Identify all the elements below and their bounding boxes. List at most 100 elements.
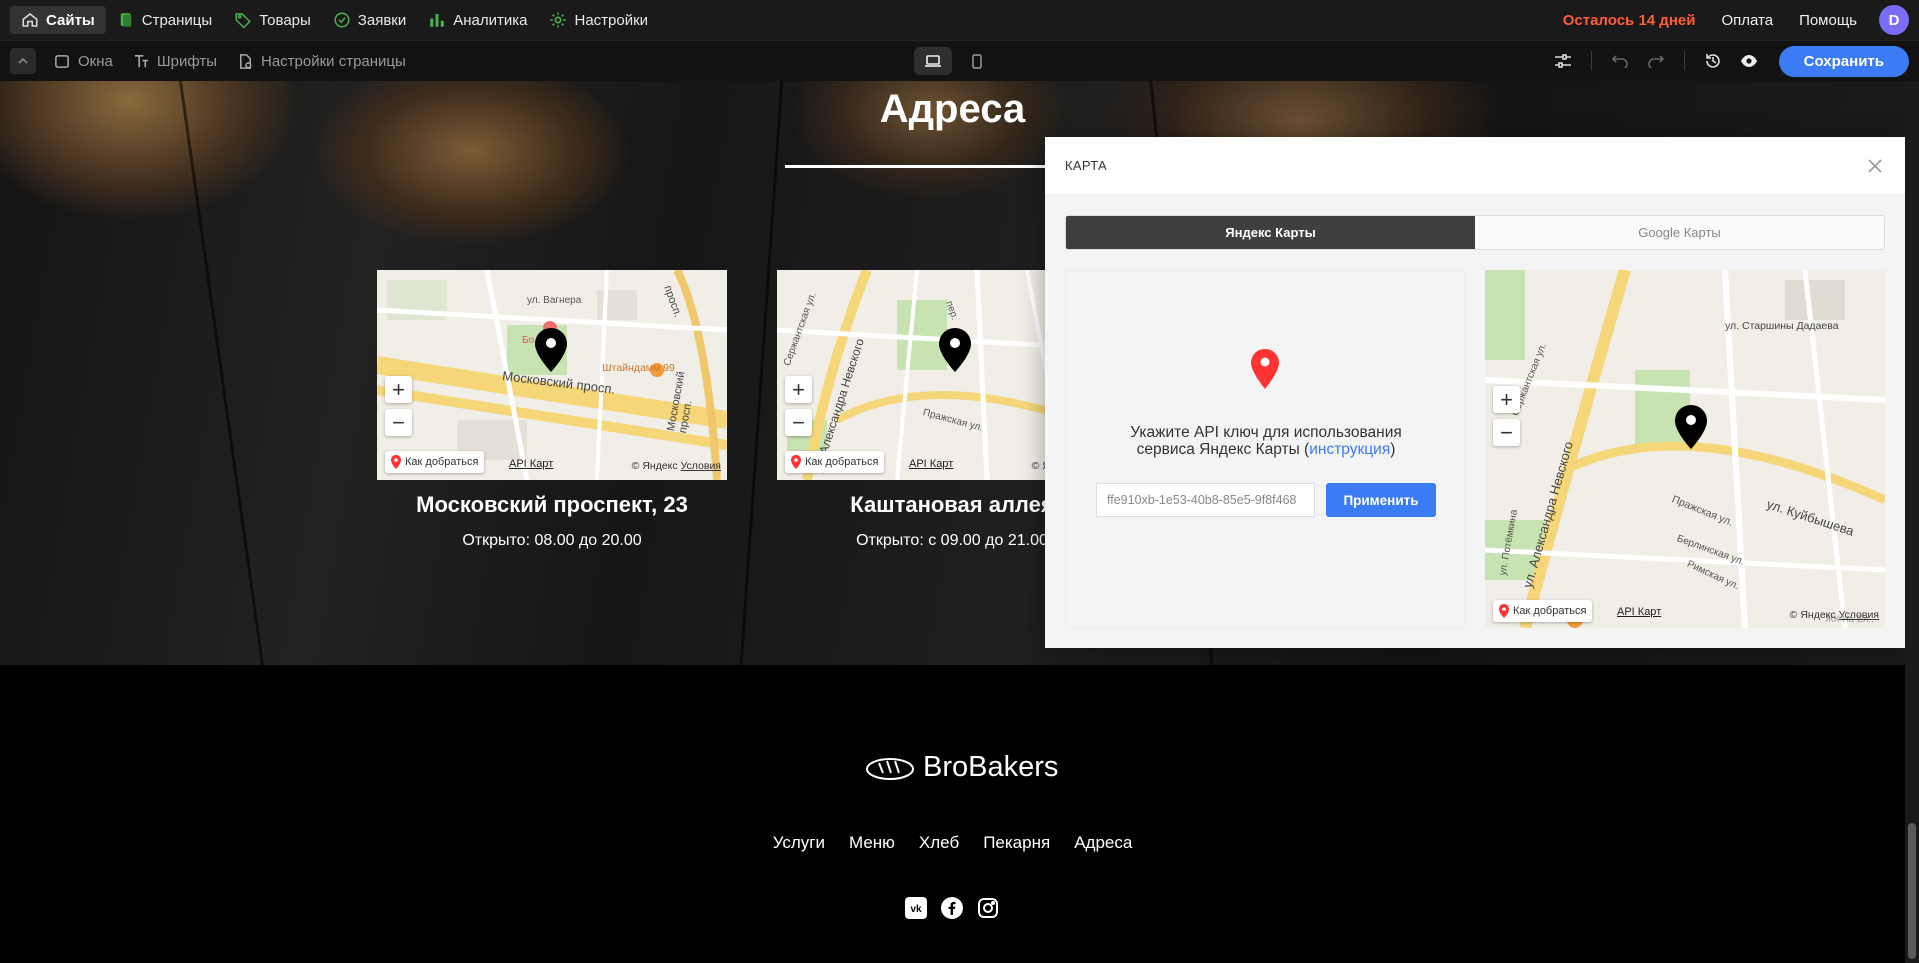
route-button[interactable]: Как добраться <box>1493 600 1593 622</box>
windows-button[interactable]: Окна <box>44 47 123 75</box>
map-street-label: ул. Вагнера <box>527 295 582 306</box>
tag-icon <box>235 13 251 29</box>
route-button[interactable]: Как добраться <box>385 451 485 473</box>
payment-link[interactable]: Оплата <box>1711 12 1783 29</box>
nav-sites[interactable]: Сайты <box>10 6 106 34</box>
mobile-view-button[interactable] <box>958 47 996 75</box>
preview-button[interactable] <box>1733 47 1765 75</box>
instructions-link[interactable]: инструкция <box>1309 441 1390 458</box>
api-maps-link[interactable]: API Карт <box>509 458 553 470</box>
vk-icon[interactable]: vk <box>905 897 927 919</box>
address-card[interactable]: Штайндамм 99 ул. Вагнера Московский прос… <box>377 270 727 550</box>
redo-icon <box>1647 55 1664 68</box>
fonts-label: Шрифты <box>156 52 217 70</box>
background-texture <box>178 81 265 665</box>
close-icon[interactable] <box>1865 156 1885 176</box>
scrollbar-thumb[interactable] <box>1908 823 1916 959</box>
map-settings-modal: КАРТА Яндекс Карты Google Карты Укажите … <box>1045 137 1905 648</box>
nav-orders[interactable]: Заявки <box>322 6 417 34</box>
home-icon <box>22 13 38 27</box>
tab-google-maps[interactable]: Google Карты <box>1475 216 1884 249</box>
facebook-icon[interactable] <box>941 897 963 919</box>
modal-title: КАРТА <box>1065 158 1108 173</box>
zoom-out-button[interactable]: − <box>385 409 412 436</box>
map-embed[interactable]: Штайндамм 99 ул. Вагнера Московский прос… <box>377 270 727 480</box>
gear-icon <box>550 12 566 28</box>
map-copyright: © Яндекс Условия <box>1790 609 1879 621</box>
map-copyright: © Яндекс Условия <box>632 460 721 472</box>
history-button[interactable] <box>1697 47 1729 75</box>
nav-pages[interactable]: Страницы <box>106 6 223 34</box>
footer-link-bread[interactable]: Хлеб <box>919 833 959 853</box>
undo-button[interactable] <box>1604 47 1636 75</box>
api-maps-link[interactable]: API Карт <box>1617 606 1661 618</box>
zoom-out-button[interactable]: − <box>1493 419 1520 446</box>
api-hint-line2: сервиса Яндекс Карты (инструкция) <box>1066 441 1466 458</box>
nav-products[interactable]: Товары <box>223 6 322 34</box>
zoom-in-button[interactable]: + <box>385 376 412 403</box>
address-hours[interactable]: Открыто: 08.00 до 20.00 <box>377 532 727 550</box>
page-settings-button[interactable]: Настройки страницы <box>227 47 416 75</box>
adjust-button[interactable] <box>1547 47 1579 75</box>
check-circle-icon <box>334 12 350 28</box>
phone-icon <box>972 53 982 69</box>
apply-button[interactable]: Применить <box>1326 483 1436 517</box>
zoom-in-button[interactable]: + <box>1493 386 1520 413</box>
footer-nav: Услуги Меню Хлеб Пекарня Адреса <box>0 833 1905 853</box>
help-link[interactable]: Помощь <box>1789 12 1867 29</box>
desktop-view-button[interactable] <box>914 47 952 75</box>
collapse-button[interactable] <box>10 48 36 74</box>
editor-toolbar: Окна Шрифты Настройки страницы Сохранить <box>0 40 1919 81</box>
page-canvas: Адреса Штайндамм 99 ул. Вагнера Московск… <box>0 81 1905 963</box>
route-button[interactable]: Как добраться <box>785 451 885 473</box>
zoom-out-button[interactable]: − <box>785 409 812 436</box>
save-button[interactable]: Сохранить <box>1778 45 1909 77</box>
section-title[interactable]: Адреса <box>0 87 1905 132</box>
nav-settings[interactable]: Настройки <box>538 6 659 34</box>
toolbar-divider <box>1590 51 1592 71</box>
fonts-button[interactable]: Шрифты <box>123 47 227 75</box>
api-hint-end: ) <box>1390 441 1396 458</box>
sliders-icon <box>1554 54 1571 68</box>
page-settings-icon <box>240 53 252 69</box>
zoom-in-button[interactable]: + <box>785 376 812 403</box>
map-pin-icon[interactable] <box>939 328 971 372</box>
tab-yandex-maps[interactable]: Яндекс Карты <box>1066 216 1475 249</box>
laptop-icon <box>925 55 941 67</box>
map-street-label: ул. Старшины Дадаева <box>1725 320 1839 332</box>
terms-link[interactable]: Условия <box>681 460 721 472</box>
footer-link-services[interactable]: Услуги <box>773 833 825 853</box>
address-title[interactable]: Московский проспект, 23 <box>377 492 727 518</box>
api-key-input[interactable]: ffe910xb-1e53-40b8-85e5-9f8f468 <box>1096 483 1315 517</box>
instagram-icon[interactable] <box>977 897 999 919</box>
chevron-up-icon <box>18 57 28 64</box>
page-settings-label: Настройки страницы <box>261 52 406 70</box>
footer-link-bakery[interactable]: Пекарня <box>983 833 1050 853</box>
nav-settings-label: Настройки <box>574 11 649 29</box>
svg-text:vk: vk <box>910 904 922 915</box>
map-pin-icon[interactable] <box>535 328 567 372</box>
eye-icon <box>1740 55 1757 67</box>
brand-logo[interactable]: BroBakers <box>865 751 1058 784</box>
map-preview[interactable]: ул. Старшины Дадаева Сержантская ул. ул.… <box>1485 270 1885 628</box>
location-pin-icon <box>791 455 801 469</box>
page-scrollbar[interactable] <box>1905 81 1919 963</box>
api-key-panel: Укажите API ключ для использования серви… <box>1065 270 1465 628</box>
nav-pages-label: Страницы <box>141 11 213 29</box>
undo-icon <box>1611 55 1628 68</box>
map-place-label: Штайндамм 99 <box>602 362 675 374</box>
map-pin-icon[interactable] <box>1675 405 1707 449</box>
nav-sites-label: Сайты <box>46 11 95 29</box>
redo-button[interactable] <box>1640 47 1672 75</box>
bar-chart-icon <box>430 14 444 27</box>
top-navigation: Сайты Страницы Товары Заявки Аналитика Н… <box>0 0 1919 40</box>
terms-link[interactable]: Условия <box>1839 609 1879 621</box>
api-maps-link[interactable]: API Карт <box>909 458 953 470</box>
modal-body: Яндекс Карты Google Карты Укажите API кл… <box>1045 195 1905 648</box>
footer-link-menu[interactable]: Меню <box>849 833 895 853</box>
nav-analytics[interactable]: Аналитика <box>417 6 538 34</box>
avatar[interactable]: D <box>1879 5 1909 35</box>
footer-link-addresses[interactable]: Адреса <box>1074 833 1132 853</box>
brand-name: BroBakers <box>923 751 1059 783</box>
trial-days-left[interactable]: Осталось 14 дней <box>1553 12 1706 29</box>
